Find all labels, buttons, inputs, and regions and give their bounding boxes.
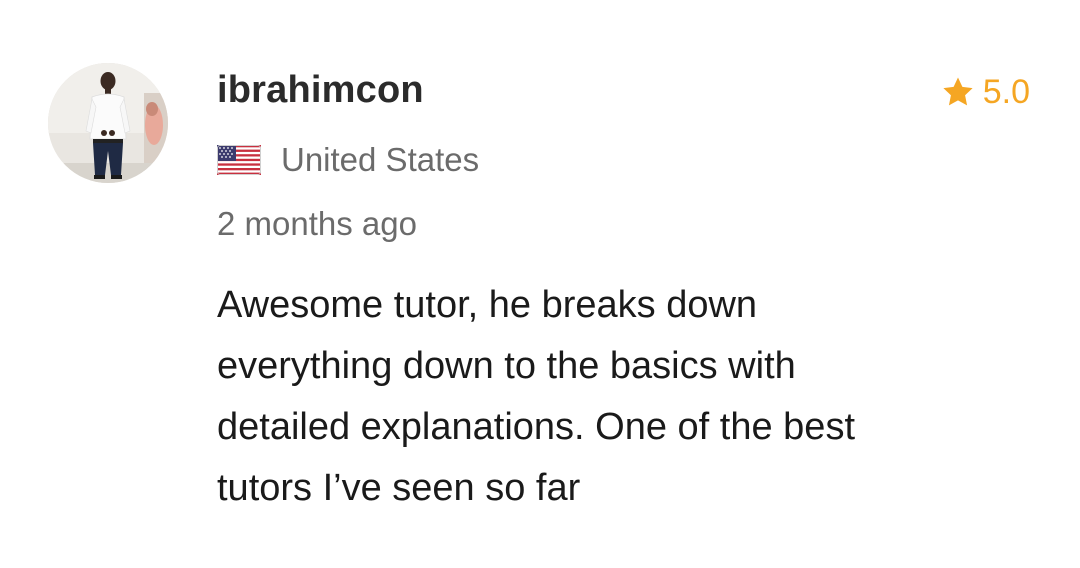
avatar-image (48, 63, 168, 183)
review-card: ibrahimcon 5.0 United States 2 months ag… (0, 0, 1080, 568)
star-icon (943, 77, 973, 106)
rating-value: 5.0 (982, 73, 1030, 111)
username[interactable]: ibrahimcon (217, 68, 424, 112)
review-text: Awesome tutor, he breaks down everything… (217, 284, 856, 509)
avatar[interactable] (48, 63, 168, 183)
rating: 5.0 (941, 72, 1030, 112)
review-timestamp: 2 months ago (217, 205, 417, 242)
country-name: United States (281, 141, 480, 178)
us-flag-icon (217, 145, 261, 175)
country: United States (217, 140, 479, 180)
